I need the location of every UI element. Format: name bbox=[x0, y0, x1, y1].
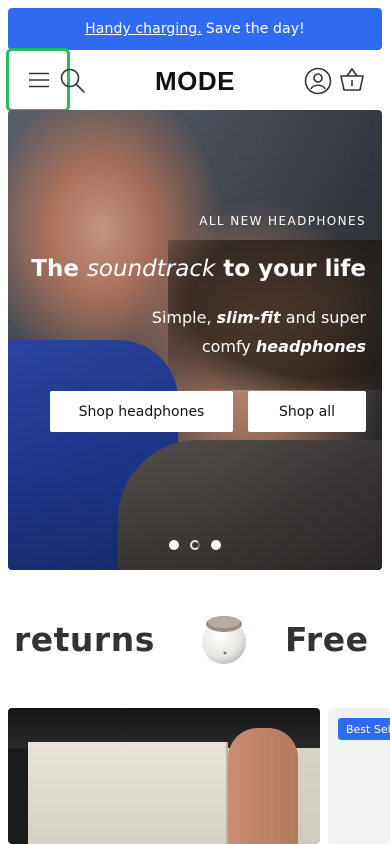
cart-button[interactable] bbox=[339, 67, 365, 93]
slide-indicators bbox=[8, 540, 382, 550]
best-seller-badge: Best Sel bbox=[338, 718, 390, 740]
announcement-link[interactable]: Handy charging. bbox=[85, 21, 202, 37]
account-button[interactable] bbox=[304, 67, 332, 95]
announcement-text: Save the day! bbox=[205, 21, 305, 37]
product-image-arm bbox=[228, 728, 298, 844]
announcement-bar[interactable]: Handy charging. Save the day! bbox=[8, 8, 382, 50]
slide-dot-3[interactable] bbox=[211, 540, 221, 550]
hero-slideshow[interactable]: ALL NEW HEADPHONES The soundtrack to you… bbox=[8, 110, 382, 570]
slide-dot-1[interactable] bbox=[169, 540, 179, 550]
shop-headphones-button[interactable]: Shop headphones bbox=[50, 391, 233, 432]
product-card[interactable] bbox=[8, 708, 320, 844]
earbuds-case-icon bbox=[202, 616, 246, 664]
basket-icon bbox=[340, 68, 364, 91]
hero-title-suffix: to your life bbox=[223, 256, 366, 282]
hero-sub-bold-2: headphones bbox=[255, 337, 366, 356]
hero-title-italic: soundtrack bbox=[86, 256, 216, 282]
shop-all-button[interactable]: Shop all bbox=[248, 391, 366, 432]
hero-title-prefix: The bbox=[31, 256, 79, 282]
marquee-word-returns: returns bbox=[14, 620, 155, 659]
account-icon bbox=[304, 67, 332, 95]
hero-subtitle: Simple, slim-fit and super comfy headpho… bbox=[126, 303, 366, 361]
hero-sub-text-1: Simple, bbox=[151, 308, 212, 327]
slide-dot-2[interactable] bbox=[190, 540, 200, 550]
hero-title: The soundtrack to your life bbox=[31, 256, 366, 282]
hero-sub-bold-1: slim-fit bbox=[216, 308, 281, 327]
product-image-pants bbox=[28, 742, 228, 844]
hero-eyebrow: ALL NEW HEADPHONES bbox=[199, 214, 366, 228]
promo-marquee: returns Free bbox=[0, 600, 390, 680]
marquee-word-free: Free bbox=[285, 620, 369, 659]
